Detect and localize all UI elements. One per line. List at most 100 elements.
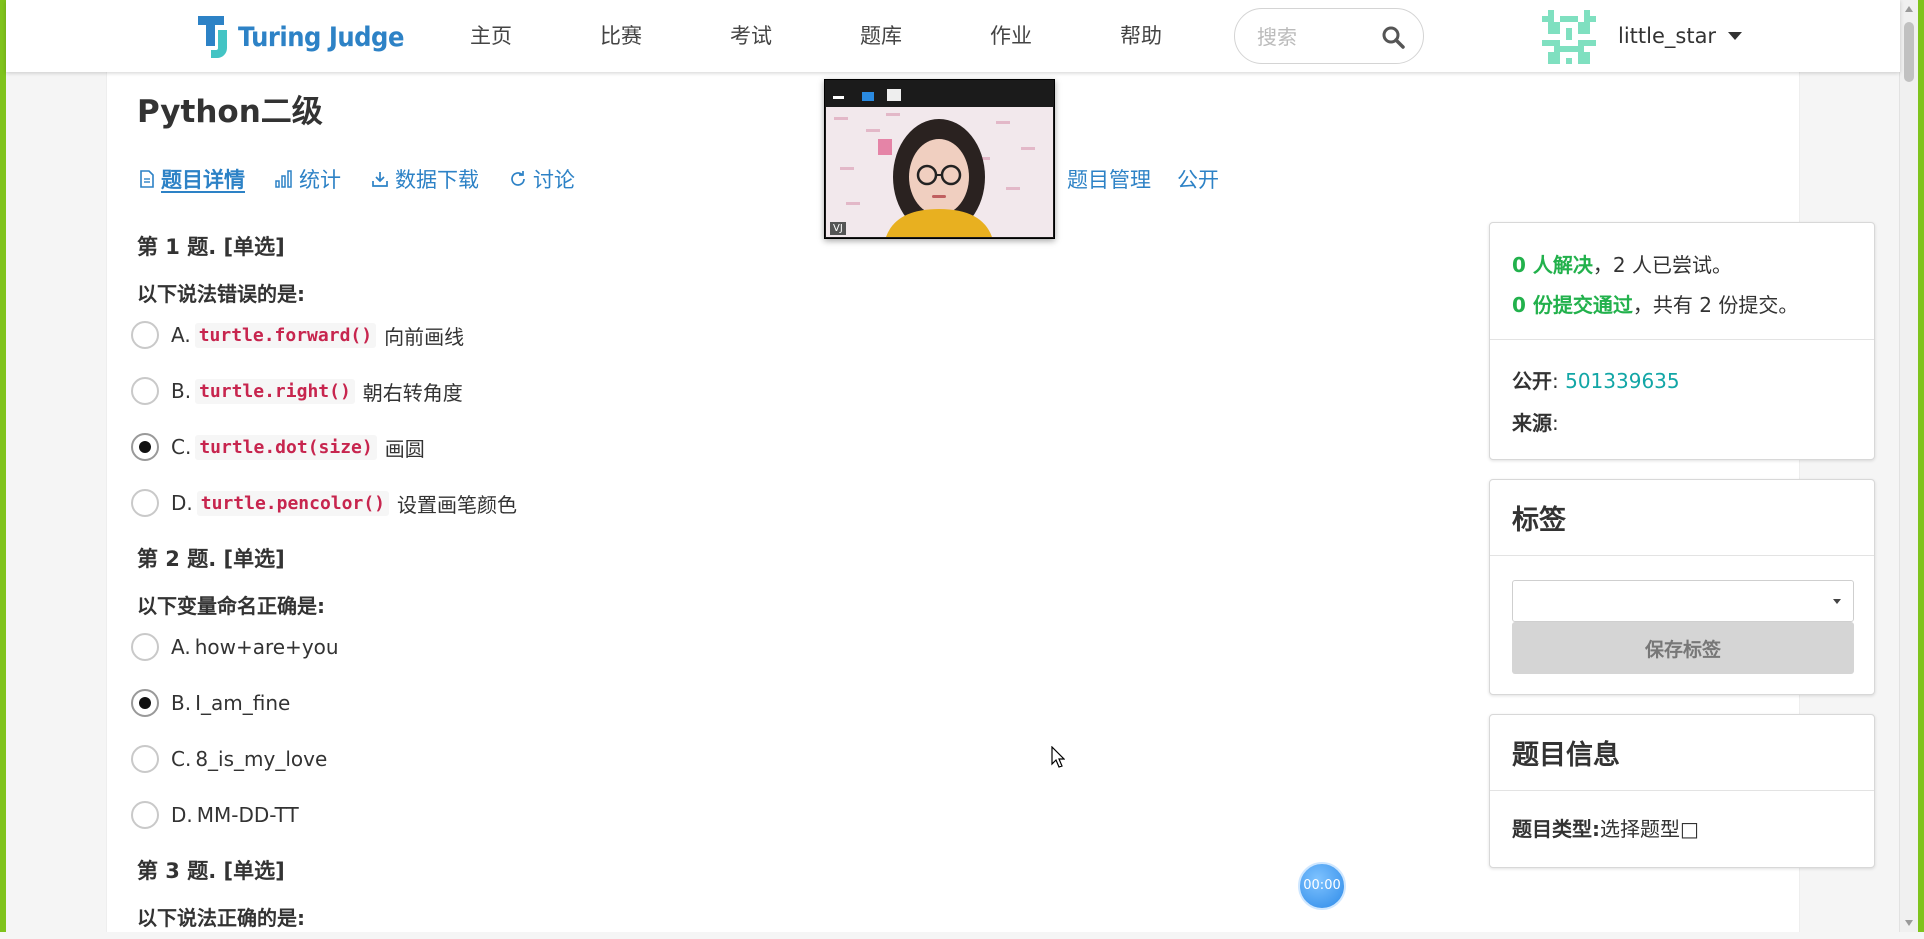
page-title: Python二级	[137, 94, 323, 130]
option-code: turtle.pencolor()	[196, 490, 389, 516]
video-badge: VJ	[830, 222, 846, 235]
video-overlay[interactable]: VJ	[824, 79, 1055, 239]
question-prompt: 以下说法正确的是:	[137, 906, 305, 930]
divider	[1490, 555, 1874, 556]
problem-type-label: 题目类型:	[1512, 817, 1600, 841]
option-d[interactable]: D. turtle.pencolor() 设置画笔颜色	[131, 475, 1137, 531]
tab-data-download[interactable]: 数据下载	[371, 164, 479, 194]
question-2: 第 2 题. [单选] 以下变量命名正确是: A. how+are+you B.…	[131, 539, 1137, 843]
question-prompt: 以下变量命名正确是:	[137, 594, 325, 618]
question-1: 第 1 题. [单选] 以下说法错误的是: A. turtle.forward(…	[131, 227, 1137, 531]
submission-stats-panel: 0 人解决，2 人已尝试。 0 份提交通过，共有 2 份提交。 公开: 5013…	[1489, 222, 1875, 460]
option-text: how+are+you	[194, 635, 339, 659]
username: little_star	[1618, 24, 1717, 48]
accepted-count[interactable]: 0 份提交通过	[1512, 293, 1633, 317]
radio-button[interactable]	[131, 321, 159, 349]
radio-button[interactable]	[131, 633, 159, 661]
search-icon[interactable]	[1381, 25, 1405, 49]
option-a[interactable]: A. how+are+you	[131, 619, 1137, 675]
option-text: 设置画笔颜色	[397, 492, 517, 517]
tab-problem-details[interactable]: 题目详情	[139, 164, 245, 194]
option-a[interactable]: A. turtle.forward() 向前画线	[131, 307, 1137, 363]
option-text: MM-DD-TT	[196, 803, 299, 827]
video-toolbar	[825, 80, 1054, 107]
option-code: turtle.forward()	[194, 322, 377, 348]
nav-problems[interactable]: 题库	[816, 0, 946, 72]
option-text: 朝右转角度	[362, 380, 463, 405]
nav-help[interactable]: 帮助	[1076, 0, 1206, 72]
top-navbar: Turing Judge 主页 比赛 考试 题库 作业 帮助 little_st…	[6, 0, 1900, 72]
public-label: 公开	[1512, 369, 1552, 393]
video-feed: VJ	[826, 107, 1053, 237]
recording-timer[interactable]: 00:00	[1298, 862, 1346, 910]
problem-admin-links: 题目管理 公开	[1067, 164, 1245, 194]
tab-public[interactable]: 公开	[1177, 164, 1219, 194]
vertical-scrollbar[interactable]	[1899, 0, 1918, 932]
radio-button-selected[interactable]	[131, 689, 159, 717]
tab-label: 讨论	[533, 168, 575, 192]
public-value[interactable]: 501339635	[1565, 369, 1680, 393]
solved-count[interactable]: 0 人解决	[1512, 253, 1593, 277]
turing-judge-logo-icon	[198, 16, 227, 58]
option-letter: B.	[171, 379, 192, 403]
tab-problem-manage[interactable]: 题目管理	[1067, 164, 1151, 194]
scroll-up-icon[interactable]	[1905, 6, 1913, 12]
window-frame-left	[0, 0, 6, 932]
option-letter: D.	[171, 803, 193, 827]
option-text: 向前画线	[384, 324, 465, 349]
radio-button[interactable]	[131, 745, 159, 773]
question-heading: 第 3 题. [单选]	[137, 859, 285, 883]
option-c[interactable]: C. turtle.dot(size) 画圆	[131, 419, 1137, 475]
submission-count: ，共有 2 份提交。	[1632, 293, 1799, 317]
logo-text: Turing Judge	[238, 21, 404, 53]
bar-chart-icon	[275, 170, 292, 188]
problem-info-panel: 题目信息 题目类型:选择题型□	[1489, 714, 1875, 868]
minimize-icon[interactable]	[833, 96, 844, 99]
option-text: 8_is_my_love	[195, 747, 328, 771]
option-c[interactable]: C. 8_is_my_love	[131, 731, 1137, 787]
maximize-icon[interactable]	[887, 89, 901, 101]
tab-discussion[interactable]: 讨论	[509, 164, 575, 194]
avatar[interactable]	[1542, 10, 1596, 64]
question-prompt: 以下说法错误的是:	[137, 282, 305, 306]
nav-exams[interactable]: 考试	[686, 0, 816, 72]
presenter-video	[826, 107, 1053, 237]
tile-icon[interactable]	[862, 92, 874, 101]
option-b[interactable]: B. turtle.right() 朝右转角度	[131, 363, 1137, 419]
option-code: turtle.right()	[195, 378, 355, 404]
nav-homework[interactable]: 作业	[946, 0, 1076, 72]
solved-line: 0 人解决，2 人已尝试。	[1512, 249, 1732, 278]
scroll-down-icon[interactable]	[1905, 920, 1913, 926]
tab-statistics[interactable]: 统计	[275, 164, 341, 194]
tab-label: 题目详情	[161, 168, 245, 192]
tab-label: 数据下载	[395, 168, 479, 192]
search-input[interactable]	[1255, 22, 1379, 52]
nav-home[interactable]: 主页	[426, 0, 556, 72]
logo[interactable]: Turing Judge	[196, 14, 404, 60]
tag-select[interactable]	[1512, 580, 1854, 622]
radio-button[interactable]	[131, 801, 159, 829]
user-menu[interactable]: little_star	[1618, 0, 1743, 72]
nav-contests[interactable]: 比赛	[556, 0, 686, 72]
tags-panel: 标签 保存标签	[1489, 479, 1875, 695]
divider	[1490, 339, 1874, 340]
option-b[interactable]: B. I_am_fine	[131, 675, 1137, 731]
radio-button[interactable]	[131, 377, 159, 405]
problem-tabs: 题目详情 统计 数据下载 讨论	[139, 164, 605, 194]
scrollbar-thumb[interactable]	[1904, 22, 1914, 82]
refresh-icon	[511, 171, 525, 186]
radio-button-selected[interactable]	[131, 433, 159, 461]
source-line: 来源:	[1512, 411, 1559, 435]
option-text: 画圆	[384, 436, 425, 461]
caret-down-icon	[1728, 32, 1743, 40]
save-tags-button[interactable]: 保存标签	[1512, 622, 1854, 674]
radio-button[interactable]	[131, 489, 159, 517]
option-d[interactable]: D. MM-DD-TT	[131, 787, 1137, 843]
option-text: I_am_fine	[195, 691, 291, 715]
tried-count: ，2 人已尝试。	[1592, 253, 1732, 277]
mouse-cursor-icon	[1051, 746, 1065, 768]
download-icon	[372, 172, 388, 187]
source-label: 来源	[1512, 411, 1552, 435]
question-heading: 第 2 题. [单选]	[137, 547, 285, 571]
chevron-down-icon	[1833, 599, 1841, 604]
